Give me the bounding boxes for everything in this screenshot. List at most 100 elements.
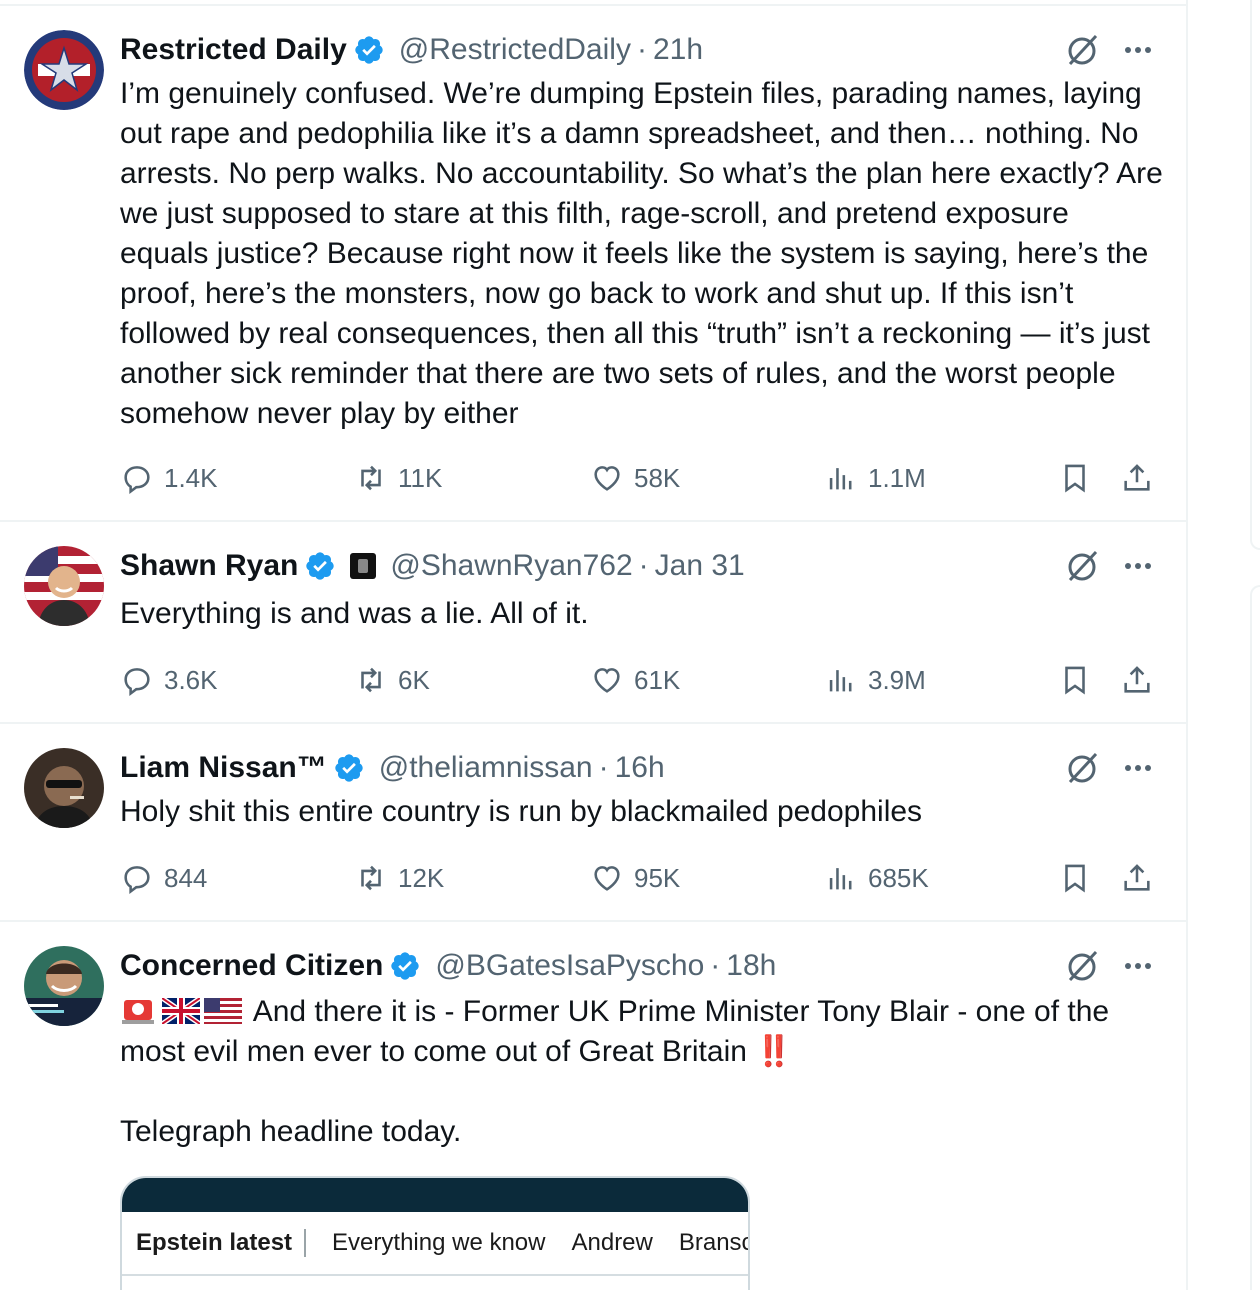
tweet[interactable]: Restricted Daily @RestrictedDaily · 21h … <box>0 6 1188 522</box>
timestamp[interactable]: 18h <box>726 949 776 983</box>
tweet-text: And there it is - Former UK Prime Minist… <box>120 992 1165 1152</box>
tweet-text: I’m genuinely confused. We’re dumping Ep… <box>120 77 1163 430</box>
double-exclamation-emoji: ‼️ <box>755 1035 793 1068</box>
grok-icon[interactable] <box>1062 546 1102 586</box>
media-card[interactable]: Epstein latest Everything we know Andrew… <box>120 1176 750 1290</box>
reply-count: 3.6K <box>164 664 218 695</box>
more-icon[interactable] <box>1118 946 1158 986</box>
separator: · <box>636 33 647 66</box>
bookmark-button[interactable] <box>1058 660 1102 700</box>
views-icon <box>829 670 852 692</box>
tweet-text: Holy shit this entire country is run by … <box>120 795 923 828</box>
more-icon[interactable] <box>1118 546 1158 586</box>
views-count: 3.9M <box>868 664 926 695</box>
card-header-bar <box>122 1178 748 1212</box>
repost-button[interactable]: 12K <box>354 858 444 898</box>
like-icon <box>594 466 620 491</box>
card-nav: Epstein latest Everything we know Andrew… <box>122 1212 748 1276</box>
siren-emoji-icon <box>122 1000 154 1024</box>
more-icon[interactable] <box>1118 748 1158 788</box>
author-name[interactable]: Liam Nissan™ <box>120 751 327 785</box>
reply-count: 844 <box>164 862 208 893</box>
views-count: 685K <box>868 862 929 893</box>
reply-button[interactable]: 844 <box>120 858 207 898</box>
avatar[interactable] <box>24 748 104 828</box>
views-icon <box>829 868 852 890</box>
bookmark-icon <box>1065 666 1085 695</box>
author-handle[interactable]: @RestrictedDaily <box>399 33 631 67</box>
like-count: 58K <box>634 462 681 493</box>
reply-icon <box>124 866 150 895</box>
author-name[interactable]: Shawn Ryan <box>120 549 298 583</box>
share-icon <box>1124 464 1150 491</box>
author-handle[interactable]: @BGatesIsaPyscho <box>435 949 704 983</box>
timestamp[interactable]: 16h <box>615 751 665 785</box>
like-button[interactable]: 58K <box>590 458 680 498</box>
separator: · <box>638 549 649 582</box>
tweet-text-line: most evil men ever to come out of Great … <box>120 1035 747 1068</box>
tweet-text-line: And there it is - Former UK Prime Minist… <box>252 995 1110 1028</box>
verified-badge-icon <box>306 552 335 580</box>
timeline: Restricted Daily @RestrictedDaily · 21h … <box>0 0 1188 1290</box>
repost-icon <box>361 865 381 891</box>
views-button[interactable]: 1.1M <box>824 458 926 498</box>
grok-icon[interactable] <box>1062 748 1102 788</box>
reply-button[interactable]: 1.4K <box>120 458 218 498</box>
sidebar-panel-edge <box>1250 0 1260 550</box>
separator: · <box>598 751 609 784</box>
bookmark-button[interactable] <box>1058 858 1102 898</box>
timestamp[interactable]: Jan 31 <box>655 549 745 583</box>
tweet-header: Shawn Ryan @ShawnRyan762 · Jan 31 <box>120 546 745 586</box>
views-button[interactable]: 685K <box>824 858 929 898</box>
more-icon[interactable] <box>1118 30 1158 70</box>
author-name[interactable]: Concerned Citizen <box>120 949 383 983</box>
views-button[interactable]: 3.9M <box>824 660 926 700</box>
tweet-header: Liam Nissan™ @theliamnissan · 16h <box>120 748 665 788</box>
tweet-actions: 844 12K 95K 685K <box>120 858 1170 898</box>
reply-count: 1.4K <box>164 462 218 493</box>
tweet[interactable]: Liam Nissan™ @theliamnissan · 16h Holy s… <box>0 724 1188 922</box>
separator: · <box>710 949 721 982</box>
reply-icon <box>124 668 150 697</box>
repost-count: 11K <box>398 462 443 493</box>
us-flag-icon <box>204 998 242 1024</box>
tweet-actions: 3.6K 6K 61K 3.9M <box>120 660 1170 700</box>
affiliate-badge-icon[interactable] <box>350 553 377 579</box>
verified-badge-icon <box>335 754 363 782</box>
tweet[interactable]: Shawn Ryan @ShawnRyan762 · Jan 31 Everyt… <box>0 522 1188 724</box>
card-tab: Andrew <box>571 1229 653 1256</box>
like-count: 95K <box>634 862 681 893</box>
share-icon <box>1124 666 1150 693</box>
author-name[interactable]: Restricted Daily <box>120 33 347 67</box>
repost-button[interactable]: 11K <box>354 458 442 498</box>
reply-button[interactable]: 3.6K <box>120 660 218 700</box>
share-button[interactable] <box>1120 458 1164 498</box>
like-icon <box>594 866 620 891</box>
timestamp[interactable]: 21h <box>653 33 703 67</box>
sidebar-panel-edge <box>1250 585 1260 1290</box>
repost-icon <box>361 667 381 693</box>
author-handle[interactable]: @ShawnRyan762 <box>390 549 632 583</box>
card-tab: Epstein latest <box>136 1229 307 1257</box>
repost-button[interactable]: 6K <box>354 660 430 700</box>
author-handle[interactable]: @theliamnissan <box>379 751 593 785</box>
avatar[interactable] <box>24 30 104 110</box>
tweet-actions: 1.4K 11K 58K 1.1M <box>120 458 1170 498</box>
tweet-text-line: Telegraph headline today. <box>120 1115 462 1148</box>
verified-badge-icon <box>355 36 383 64</box>
avatar[interactable] <box>24 546 104 626</box>
reply-icon <box>124 466 150 495</box>
like-button[interactable]: 61K <box>590 660 680 700</box>
views-icon <box>829 468 852 490</box>
share-button[interactable] <box>1120 660 1164 700</box>
avatar[interactable] <box>24 946 104 1026</box>
bookmark-button[interactable] <box>1058 458 1102 498</box>
card-tab: Everything we know <box>332 1229 546 1256</box>
like-count: 61K <box>634 664 681 695</box>
like-button[interactable]: 95K <box>590 858 680 898</box>
share-button[interactable] <box>1120 858 1164 898</box>
verified-badge-icon <box>391 952 420 980</box>
tweet-header: Restricted Daily @RestrictedDaily · 21h <box>120 30 703 70</box>
grok-icon[interactable] <box>1062 946 1102 986</box>
grok-icon[interactable] <box>1062 30 1102 70</box>
